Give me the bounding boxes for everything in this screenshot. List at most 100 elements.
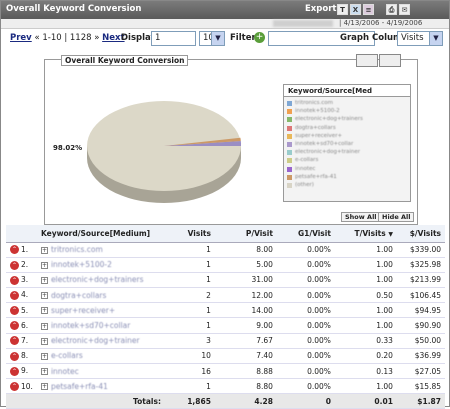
keyword-cell: + super+receiver+ <box>36 302 165 319</box>
expand-circle-icon[interactable]: ⌃ <box>10 245 19 255</box>
column-pvisit[interactable]: P/Visit <box>214 225 277 243</box>
column-tvisits[interactable]: T/Visits ▼ <box>334 225 397 243</box>
keyword-text[interactable]: e-collars <box>51 351 83 360</box>
table-row[interactable]: ⌃ 2. + innotek+5100-2 1 5.00 0.00% 1.00 $325.98 <box>6 257 445 273</box>
legend-swatch <box>287 182 292 188</box>
pie-chart-icon[interactable] <box>356 54 378 67</box>
legend-label: electronic+dog+trainer <box>295 149 361 156</box>
graph-column-select[interactable]: Visits ▼ <box>397 31 443 46</box>
table-row[interactable]: ⌃ 4. + dogtra+collars 2 12.00 0.00% 0.50 $106.45 <box>6 287 445 304</box>
table-row[interactable]: ⌃ 5. + super+receiver+ 1 14.00 0.00% 1.00 $94.95 <box>6 302 445 319</box>
expand-plus-icon[interactable]: + <box>40 352 48 360</box>
rank-cell: ⌃ 1. <box>6 242 37 258</box>
legend-swatch <box>287 109 292 115</box>
expand-circle-icon[interactable]: ⌃ <box>10 290 19 300</box>
table-row[interactable]: ⌃ 9. + innotec 16 8.88 0.00% 0.13 $27.05 <box>6 363 445 380</box>
pie-chart: 98.02% <box>53 101 242 203</box>
table-row[interactable]: ⌃ 1. + tritronics.com 1 8.00 0.00% 1.00 $339.00 <box>6 242 445 258</box>
chevron-down-icon: ▼ <box>211 32 224 45</box>
keyword-text[interactable]: super+receiver+ <box>51 306 115 315</box>
table-header-row: Keyword/Source[Medium] Visits P/Visit G1… <box>6 225 445 243</box>
rank-number: 3. <box>21 275 29 285</box>
hide-all-button[interactable]: Hide All <box>378 212 415 222</box>
legend-item[interactable]: dogtra+collars <box>287 125 363 133</box>
expand-plus-icon[interactable]: + <box>40 246 48 254</box>
column-keyword[interactable]: Keyword/Source[Medium] <box>36 225 165 243</box>
email-icon[interactable]: ✉ <box>399 4 410 15</box>
legend-item[interactable]: super+receiver+ <box>287 133 363 141</box>
bar-chart-icon[interactable] <box>379 54 401 67</box>
legend-item[interactable]: tritronics.com <box>287 100 363 108</box>
g1visit-cell: 0.00% <box>276 287 335 304</box>
table-row[interactable]: ⌃ 3. + electronic+dog+trainers 1 31.00 0.00% 1.… <box>6 272 445 289</box>
prev-link[interactable]: Prev <box>10 33 32 43</box>
dollar-visits-cell: $213.99 <box>396 272 445 289</box>
rank-number: 1. <box>21 244 29 254</box>
expand-plus-icon[interactable]: + <box>40 322 48 330</box>
legend-item[interactable]: electronic+dog+trainers <box>287 116 363 124</box>
legend-label: innotek+5100-2 <box>295 108 340 115</box>
column-g1visit[interactable]: G1/Visit <box>276 225 335 243</box>
expand-plus-icon[interactable]: + <box>40 261 48 269</box>
expand-plus-icon[interactable]: + <box>40 337 48 345</box>
export-text-icon[interactable]: T <box>337 4 348 15</box>
expand-plus-icon[interactable]: + <box>40 292 48 300</box>
g1visit-cell: 0.00% <box>276 272 335 289</box>
expand-circle-icon[interactable]: ⌃ <box>10 366 19 376</box>
display-count-select[interactable]: 10 ▼ <box>199 31 225 46</box>
chart-title: Overall Keyword Conversion <box>61 55 189 66</box>
export-xml-icon[interactable]: ≡ <box>363 4 374 15</box>
export-excel-icon[interactable]: X <box>350 4 361 15</box>
expand-plus-icon[interactable]: + <box>40 383 48 391</box>
expand-circle-icon[interactable]: ⌃ <box>10 306 19 316</box>
expand-circle-icon[interactable]: ⌃ <box>10 260 19 270</box>
keyword-cell: + electronic+dog+trainer <box>36 333 165 349</box>
column-visits[interactable]: Visits <box>164 225 215 243</box>
column-dollar-visits[interactable]: $/Visits <box>396 225 445 243</box>
table-row[interactable]: ⌃ 7. + electronic+dog+trainer 3 7.67 0.00% 0.33… <box>6 333 445 349</box>
legend-item[interactable]: petsafe+rfa-41 <box>287 174 363 182</box>
keyword-text[interactable]: innotek+5100-2 <box>51 260 112 269</box>
keyword-cell: + dogtra+collars <box>36 287 165 304</box>
pvisit-cell: 31.00 <box>214 272 277 289</box>
legend-item[interactable]: e-collars <box>287 157 363 165</box>
show-all-button[interactable]: Show All <box>341 212 381 222</box>
expand-plus-icon[interactable]: + <box>40 307 48 315</box>
visits-cell: 16 <box>164 363 215 380</box>
rank-number: 7. <box>21 335 29 345</box>
keyword-text[interactable]: electronic+dog+trainers <box>51 275 144 284</box>
keyword-cell: + electronic+dog+trainers <box>36 272 165 289</box>
expand-circle-icon[interactable]: ⌃ <box>10 321 19 331</box>
table-row[interactable]: ⌃ 8. + e-collars 10 7.40 0.00% 0.20 $36.99 <box>6 348 445 365</box>
legend-item[interactable]: innotec <box>287 166 363 174</box>
expand-circle-icon[interactable]: ⌃ <box>10 382 19 392</box>
legend-item[interactable]: (other) <box>287 182 363 190</box>
tvisits-cell: 0.20 <box>334 348 397 365</box>
keyword-text[interactable]: innotec <box>51 367 79 376</box>
keyword-text[interactable]: innotek+sd70+collar <box>51 321 130 330</box>
expand-plus-icon[interactable]: + <box>40 368 48 376</box>
dollar-visits-cell: $339.00 <box>396 242 445 258</box>
legend-label: electronic+dog+trainers <box>295 116 363 123</box>
chart-panel: Overall Keyword Conversion 98.02% Keywor… <box>44 54 418 225</box>
legend-item[interactable]: innotek+sd70+collar <box>287 141 363 149</box>
dollar-visits-cell: $15.85 <box>396 378 445 395</box>
expand-circle-icon[interactable]: ⌃ <box>10 275 19 285</box>
keyword-text[interactable]: petsafe+rfa-41 <box>51 382 108 391</box>
rank-cell: ⌃ 2. <box>6 257 37 273</box>
visits-cell: 1 <box>164 302 215 319</box>
expand-circle-icon[interactable]: ⌃ <box>10 351 19 361</box>
keyword-text[interactable]: tritronics.com <box>51 245 103 254</box>
keyword-cell: + innotec <box>36 363 165 380</box>
table-row[interactable]: ⌃ 6. + innotek+sd70+collar 1 9.00 0.00% 1.00 $90… <box>6 317 445 334</box>
legend-swatch <box>287 117 292 123</box>
print-icon[interactable]: ⎙ <box>386 4 397 15</box>
keyword-text[interactable]: dogtra+collars <box>51 291 106 300</box>
display-start-input[interactable]: 1 <box>151 31 196 46</box>
expand-plus-icon[interactable]: + <box>40 276 48 284</box>
legend-label: petsafe+rfa-41 <box>295 173 337 180</box>
table-row[interactable]: ⌃ 10. + petsafe+rfa-41 1 8.80 0.00% 1.00 $15.85 <box>6 378 445 395</box>
keyword-text[interactable]: electronic+dog+trainer <box>51 336 140 345</box>
filter-go-icon[interactable]: + <box>254 32 265 43</box>
expand-circle-icon[interactable]: ⌃ <box>10 336 19 346</box>
